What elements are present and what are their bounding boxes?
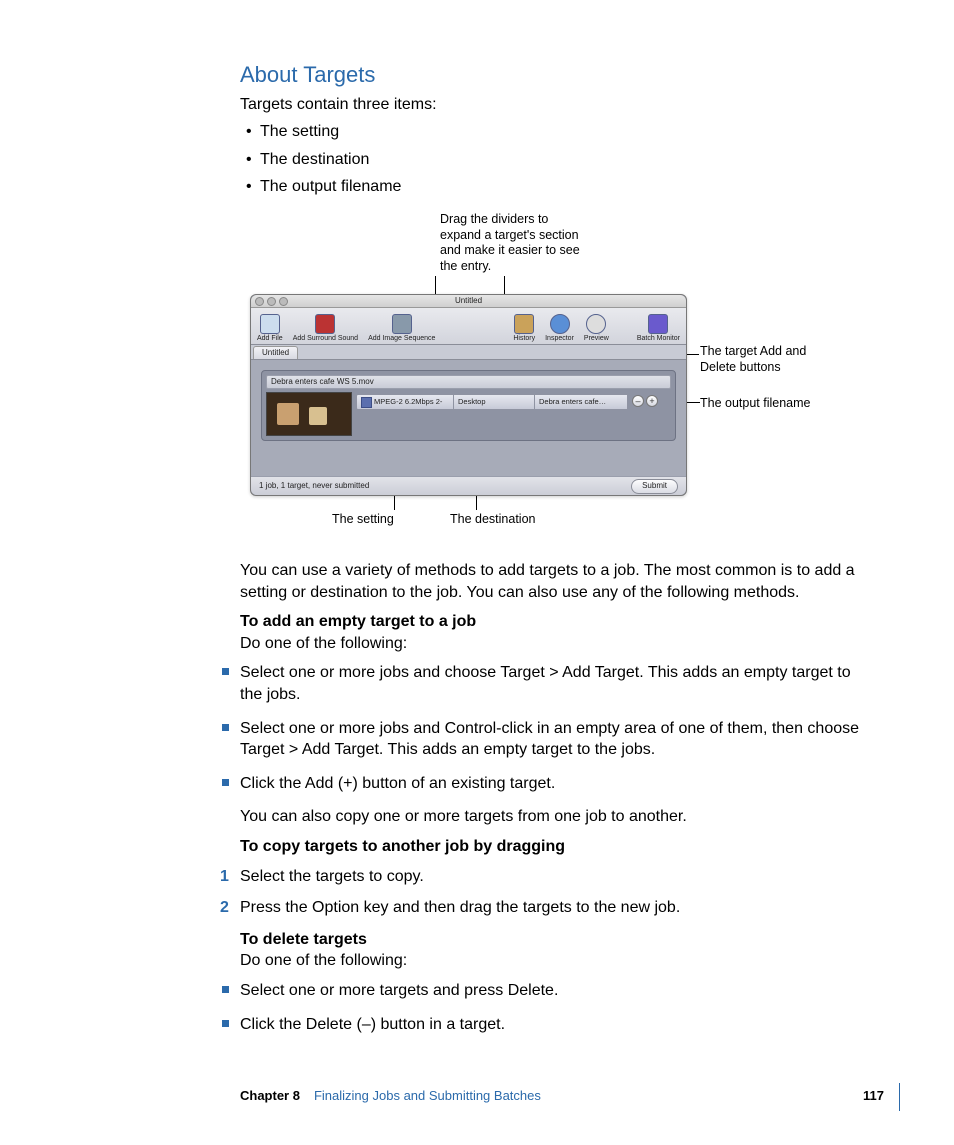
tab-untitled[interactable]: Untitled <box>253 346 298 359</box>
zoom-icon[interactable] <box>279 297 288 306</box>
subhead-note: Do one of the following: <box>240 635 407 652</box>
work-area: Debra enters cafe WS 5.mov MPEG-2 6.2Mbp… <box>251 360 686 451</box>
add-file-button[interactable]: Add File <box>257 314 283 342</box>
toolbar-label: Add Image Sequence <box>368 335 435 342</box>
list-item: Click the Add (+) button of an existing … <box>224 773 864 795</box>
surround-icon <box>315 314 335 334</box>
square-list: Select one or more targets and press Del… <box>240 980 864 1035</box>
figure: Drag the dividers to expand a target's s… <box>230 216 864 536</box>
toolbar-label: Inspector <box>545 335 574 342</box>
footer-title: Finalizing Jobs and Submitting Batches <box>314 1087 541 1105</box>
list-item: Click the Delete (–) button in a target. <box>224 1014 864 1036</box>
list-item: Select the targets to copy. <box>224 866 864 888</box>
job-header: Debra enters cafe WS 5.mov <box>266 375 671 389</box>
app-window: Untitled Add File Add Surround Sound Add… <box>250 294 687 496</box>
inspector-icon <box>550 314 570 334</box>
window-title: Untitled <box>455 296 482 305</box>
toolbar: Add File Add Surround Sound Add Image Se… <box>251 308 686 345</box>
footer-chapter: Chapter 8 <box>240 1087 300 1105</box>
inspector-button[interactable]: Inspector <box>545 314 574 342</box>
toolbar-label: Batch Monitor <box>637 335 680 342</box>
list-item: The output filename <box>240 176 864 198</box>
subhead: To delete targets <box>240 931 367 948</box>
status-bar: 1 job, 1 target, never submitted Submit <box>251 476 686 495</box>
add-surround-button[interactable]: Add Surround Sound <box>293 314 358 342</box>
window-titlebar: Untitled <box>251 295 686 308</box>
preview-icon <box>586 314 606 334</box>
image-seq-icon <box>392 314 412 334</box>
section-heading: About Targets <box>240 60 864 90</box>
square-list: Select one or more jobs and choose Targe… <box>240 662 864 794</box>
subhead: To copy targets to another job by draggi… <box>240 836 864 858</box>
window-controls[interactable] <box>255 297 288 306</box>
tab-bar: Untitled <box>251 345 686 360</box>
status-text: 1 job, 1 target, never submitted <box>259 481 369 492</box>
setting-label: MPEG-2 6.2Mbps 2- <box>374 395 442 409</box>
toolbar-label: History <box>513 335 535 342</box>
annotation-destination: The destination <box>450 512 535 528</box>
toolbar-label: Add Surround Sound <box>293 335 358 342</box>
annotation-add-delete: The target Add and Delete buttons <box>700 344 840 375</box>
target-row[interactable]: MPEG-2 6.2Mbps 2- Desktop Debra enters c… <box>356 394 671 408</box>
toolbar-label: Preview <box>584 335 609 342</box>
job-thumbnail <box>266 392 352 436</box>
list-item: The destination <box>240 149 864 171</box>
list-item: Select one or more jobs and Control-clic… <box>224 718 864 761</box>
annotation-top: Drag the dividers to expand a target's s… <box>440 212 585 275</box>
subhead: To add an empty target to a job <box>240 613 476 630</box>
target-delete-button[interactable]: – <box>632 395 644 407</box>
body-paragraph: You can use a variety of methods to add … <box>240 560 864 603</box>
target-add-button[interactable]: + <box>646 395 658 407</box>
history-icon <box>514 314 534 334</box>
page-footer: Chapter 8 Finalizing Jobs and Submitting… <box>240 1087 884 1105</box>
history-button[interactable]: History <box>513 314 535 342</box>
submit-button[interactable]: Submit <box>631 479 678 494</box>
body-paragraph: You can also copy one or more targets fr… <box>240 806 864 828</box>
preview-button[interactable]: Preview <box>584 314 609 342</box>
job[interactable]: Debra enters cafe WS 5.mov MPEG-2 6.2Mbp… <box>261 370 676 441</box>
footer-rule <box>899 1083 900 1111</box>
toolbar-label: Add File <box>257 335 283 342</box>
add-file-icon <box>260 314 280 334</box>
numbered-list: Select the targets to copy. Press the Op… <box>240 866 864 919</box>
list-item: Select one or more targets and press Del… <box>224 980 864 1002</box>
annotation-output-filename: The output filename <box>700 396 840 412</box>
subhead-note: Do one of the following: <box>240 952 407 969</box>
items-list: The setting The destination The output f… <box>240 121 864 198</box>
list-item: Select one or more jobs and choose Targe… <box>224 662 864 705</box>
batch-monitor-icon <box>648 314 668 334</box>
annotation-setting: The setting <box>332 512 394 528</box>
list-item: Press the Option key and then drag the t… <box>224 897 864 919</box>
setting-icon <box>361 397 372 408</box>
batch-monitor-button[interactable]: Batch Monitor <box>637 314 680 342</box>
target-destination[interactable]: Desktop <box>454 394 535 410</box>
list-item: The setting <box>240 121 864 143</box>
close-icon[interactable] <box>255 297 264 306</box>
add-image-seq-button[interactable]: Add Image Sequence <box>368 314 435 342</box>
target-setting[interactable]: MPEG-2 6.2Mbps 2- <box>356 394 454 410</box>
target-filename[interactable]: Debra enters cafe… <box>535 394 628 410</box>
page-number: 117 <box>863 1087 884 1105</box>
minimize-icon[interactable] <box>267 297 276 306</box>
intro-text: Targets contain three items: <box>240 94 864 116</box>
